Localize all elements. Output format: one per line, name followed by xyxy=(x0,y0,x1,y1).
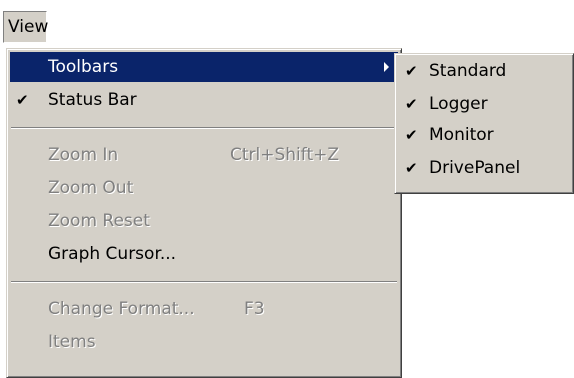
menu-item-zoom-out[interactable]: Zoom Out xyxy=(10,173,398,203)
menu-separator xyxy=(11,127,397,129)
checkmark-icon: ✔ xyxy=(405,62,418,80)
toolbars-submenu: ✔ Standard ✔ Logger ✔ Monitor ✔ DrivePan… xyxy=(394,53,574,194)
checkmark-icon: ✔ xyxy=(405,126,418,144)
menu-item-change-format-label: Change Format... xyxy=(48,299,195,319)
menu-item-status-bar[interactable]: ✔ Status Bar xyxy=(10,85,398,115)
submenu-item-logger-label: Logger xyxy=(429,94,488,114)
view-dropdown-menu: Toolbars ✔ Status Bar Zoom In Ctrl+Shift… xyxy=(6,48,402,378)
submenu-item-drivepanel[interactable]: ✔ DrivePanel xyxy=(398,153,570,183)
menu-item-zoom-reset[interactable]: Zoom Reset xyxy=(10,206,398,236)
submenu-item-standard-label: Standard xyxy=(429,61,507,81)
checkmark-icon: ✔ xyxy=(405,95,418,113)
submenu-arrow-icon xyxy=(384,62,389,72)
menu-item-zoom-reset-label: Zoom Reset xyxy=(48,211,150,231)
submenu-item-monitor-label: Monitor xyxy=(429,125,494,145)
submenu-item-monitor[interactable]: ✔ Monitor xyxy=(398,120,570,150)
menu-item-toolbars-label: Toolbars xyxy=(48,57,119,77)
menu-separator xyxy=(11,281,397,283)
view-menu[interactable]: View xyxy=(3,11,49,43)
menu-item-graph-cursor[interactable]: Graph Cursor... xyxy=(10,239,398,269)
checkmark-icon: ✔ xyxy=(16,91,29,109)
submenu-item-logger[interactable]: ✔ Logger xyxy=(398,89,570,119)
menu-item-status-bar-label: Status Bar xyxy=(48,90,137,110)
menu-item-items[interactable]: Items xyxy=(10,327,398,357)
checkmark-icon: ✔ xyxy=(405,159,418,177)
menu-item-items-label: Items xyxy=(48,332,96,352)
menu-item-toolbars[interactable]: Toolbars xyxy=(10,52,398,82)
menu-item-zoom-in-shortcut: Ctrl+Shift+Z xyxy=(230,145,340,165)
submenu-item-standard[interactable]: ✔ Standard xyxy=(398,56,570,86)
view-menu-label: View xyxy=(8,17,49,37)
menu-item-graph-cursor-label: Graph Cursor... xyxy=(48,244,177,264)
menu-item-change-format[interactable]: Change Format... F3 xyxy=(10,294,398,324)
submenu-item-drivepanel-label: DrivePanel xyxy=(429,158,521,178)
menu-item-change-format-shortcut: F3 xyxy=(244,299,265,319)
menu-item-zoom-in[interactable]: Zoom In Ctrl+Shift+Z xyxy=(10,140,398,170)
menu-item-zoom-out-label: Zoom Out xyxy=(48,178,134,198)
menu-item-zoom-in-label: Zoom In xyxy=(48,145,119,165)
